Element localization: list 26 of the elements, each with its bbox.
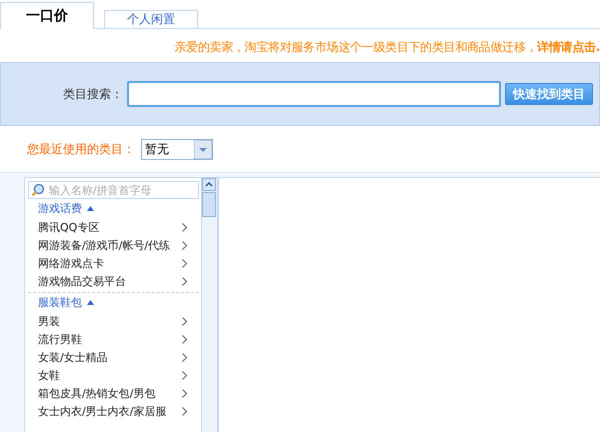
- category-item[interactable]: 腾讯QQ专区: [28, 218, 199, 236]
- category-item[interactable]: 女士内衣/男士内衣/家居服: [28, 402, 199, 420]
- search-icon: [31, 183, 45, 197]
- filter-field[interactable]: 输入名称/拼音首字母: [28, 181, 199, 199]
- category-item[interactable]: 箱包皮具/热销女包/男包: [28, 384, 199, 402]
- collapse-icon[interactable]: [87, 300, 94, 305]
- scrollbar[interactable]: [201, 178, 217, 432]
- recent-dropdown[interactable]: 暂无: [141, 138, 213, 160]
- search-label: 类目搜索：: [62, 86, 123, 102]
- scroll-up-icon[interactable]: [202, 178, 217, 218]
- category-item[interactable]: 女装/女士精品: [28, 348, 199, 366]
- notice-text: 亲爱的卖家，淘宝将对服务市场这个一级类目下的类目和商品做迁移，详情请点击.: [174, 39, 600, 55]
- category-item[interactable]: 女鞋: [28, 366, 199, 384]
- caret-icon[interactable]: [194, 140, 212, 158]
- recent-label: 您最近使用的类目：: [27, 140, 135, 158]
- category-item[interactable]: 流行男鞋: [28, 330, 199, 348]
- category-item[interactable]: 男装: [28, 312, 199, 330]
- category-item[interactable]: 游戏物品交易平台: [28, 272, 199, 290]
- group-title[interactable]: 游戏话费: [38, 201, 82, 216]
- category-item[interactable]: 网络游戏点卡: [28, 254, 199, 272]
- category-item[interactable]: 网游装备/游戏币/帐号/代练: [28, 236, 199, 254]
- search-field[interactable]: [127, 81, 501, 107]
- tab[interactable]: 个人闲置: [104, 10, 198, 28]
- tab[interactable]: 一口价: [0, 2, 94, 29]
- collapse-icon[interactable]: [87, 206, 94, 211]
- group-title[interactable]: 服装鞋包: [38, 295, 82, 310]
